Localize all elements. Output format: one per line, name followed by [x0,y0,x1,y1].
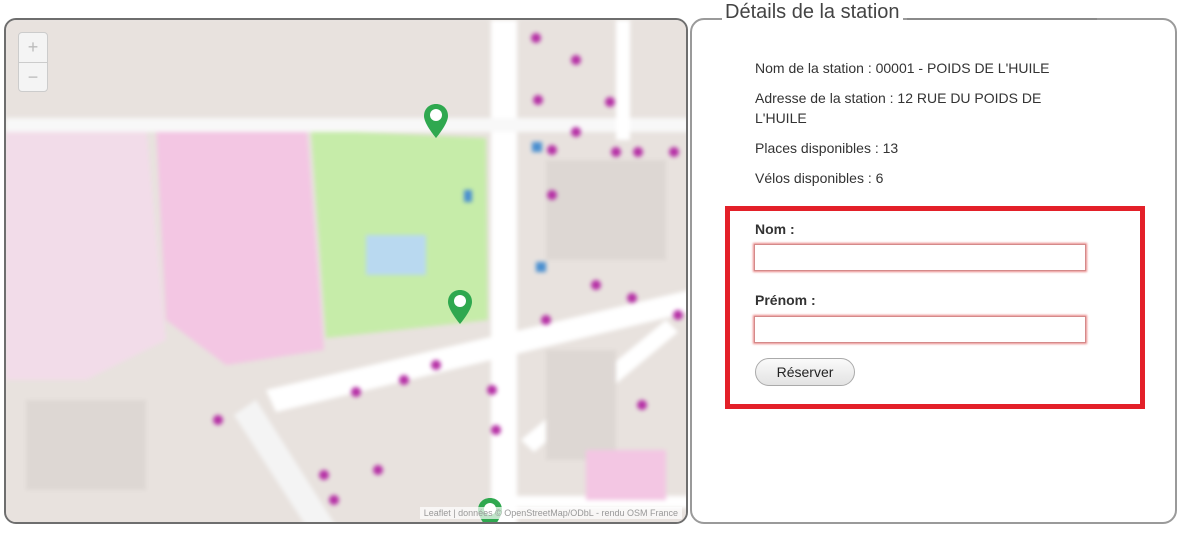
nom-label: Nom : [755,221,795,237]
pedestrian-zone [156,120,324,365]
zoom-out-button[interactable]: − [19,62,47,92]
water-area [366,235,426,275]
building-pink [586,450,666,500]
station-address-line1: Adresse de la station : 12 RUE DU POIDS … [755,90,1042,106]
map-attribution: Leaflet | données © OpenStreetMap/ODbL -… [419,507,682,519]
places-available: Places disponibles : 13 [755,140,899,156]
map-tiles[interactable] [6,20,686,522]
zoom-control: + − [18,32,48,92]
road-north-east [616,20,630,140]
road-alsace-lorraine [491,20,517,522]
nom-input[interactable] [754,244,1086,271]
building [26,400,146,490]
map-canvas[interactable] [6,20,688,524]
details-legend: Détails de la station [722,0,903,24]
station-marker-icon[interactable] [424,104,448,138]
station-name: Nom de la station : 00001 - POIDS DE L'H… [755,60,1050,76]
road-lafayette [6,118,686,132]
reserve-button[interactable]: Réserver [755,358,855,386]
station-address-line2: L'HUILE [755,110,807,126]
bikes-available: Vélos disponibles : 6 [755,170,884,186]
map-panel[interactable]: + − Leaflet | données © OpenStreetMap/OD… [4,18,688,524]
zoom-in-button[interactable]: + [19,33,47,62]
prenom-input[interactable] [754,316,1086,343]
prenom-label: Prénom : [755,292,816,308]
legend-divider [907,18,1097,20]
station-marker-icon[interactable] [448,290,472,324]
building [546,160,666,260]
pedestrian-zone-2 [6,125,166,380]
building [546,350,616,460]
